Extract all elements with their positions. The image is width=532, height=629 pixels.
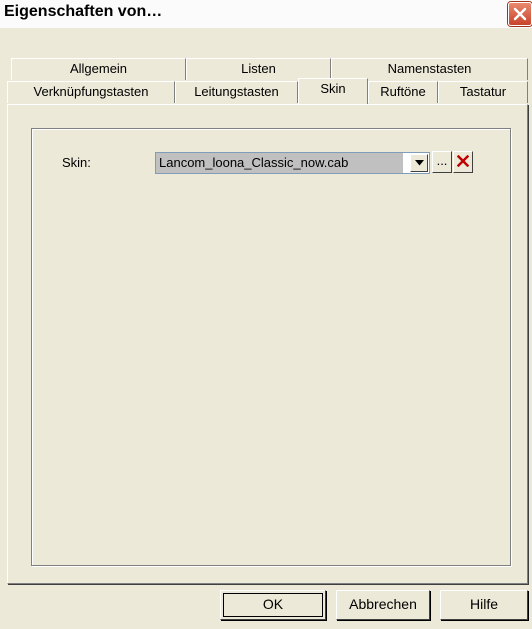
cancel-button[interactable]: Abbrechen [336, 590, 430, 620]
ok-button[interactable]: OK [220, 590, 326, 620]
help-label: Hilfe [469, 596, 498, 612]
tab-tastatur[interactable]: Tastatur [438, 81, 528, 103]
skin-label: Skin: [62, 155, 91, 170]
tab-listen[interactable]: Listen [186, 58, 331, 80]
tab-skin[interactable]: Skin [298, 78, 368, 104]
close-button[interactable] [508, 2, 532, 26]
tab-label: Allgemein [69, 61, 128, 76]
browse-button[interactable]: ... [432, 151, 452, 173]
tab-allgemein[interactable]: Allgemein [11, 58, 186, 80]
delete-skin-button[interactable] [453, 151, 473, 173]
cancel-label: Abbrechen [349, 596, 417, 612]
tab-label: Namenstasten [387, 61, 472, 76]
tab-label: Skin [320, 81, 346, 96]
tab-leitungstasten[interactable]: Leitungstasten [175, 81, 298, 103]
ok-label: OK [262, 596, 284, 612]
skin-dropdown-button[interactable] [410, 154, 428, 172]
tab-namenstasten[interactable]: Namenstasten [331, 58, 528, 80]
properties-dialog: Eigenschaften von… Allgemein Listen Name… [0, 0, 532, 629]
tab-verknuepfungstasten[interactable]: Verknüpfungstasten [7, 81, 175, 103]
tab-label: Tastatur [459, 84, 507, 99]
skin-group-box [31, 128, 511, 566]
tab-label: Listen [241, 61, 276, 76]
window-title: Eigenschaften von… [4, 3, 163, 20]
delete-x-icon [457, 155, 469, 167]
help-button[interactable]: Hilfe [440, 590, 528, 620]
tab-label: Verknüpfungstasten [33, 84, 149, 99]
tab-label: Ruftöne [380, 84, 426, 99]
skin-select[interactable]: Lancom_loona_Classic_now.cab [155, 152, 430, 174]
skin-selected-value: Lancom_loona_Classic_now.cab [156, 153, 403, 173]
tab-ruftoene[interactable]: Ruftöne [368, 81, 438, 103]
tab-label: Leitungstasten [194, 84, 279, 99]
title-bar[interactable]: Eigenschaften von… [0, 0, 532, 29]
browse-label: ... [436, 153, 448, 168]
chevron-down-icon [415, 160, 424, 166]
close-icon [513, 7, 527, 21]
